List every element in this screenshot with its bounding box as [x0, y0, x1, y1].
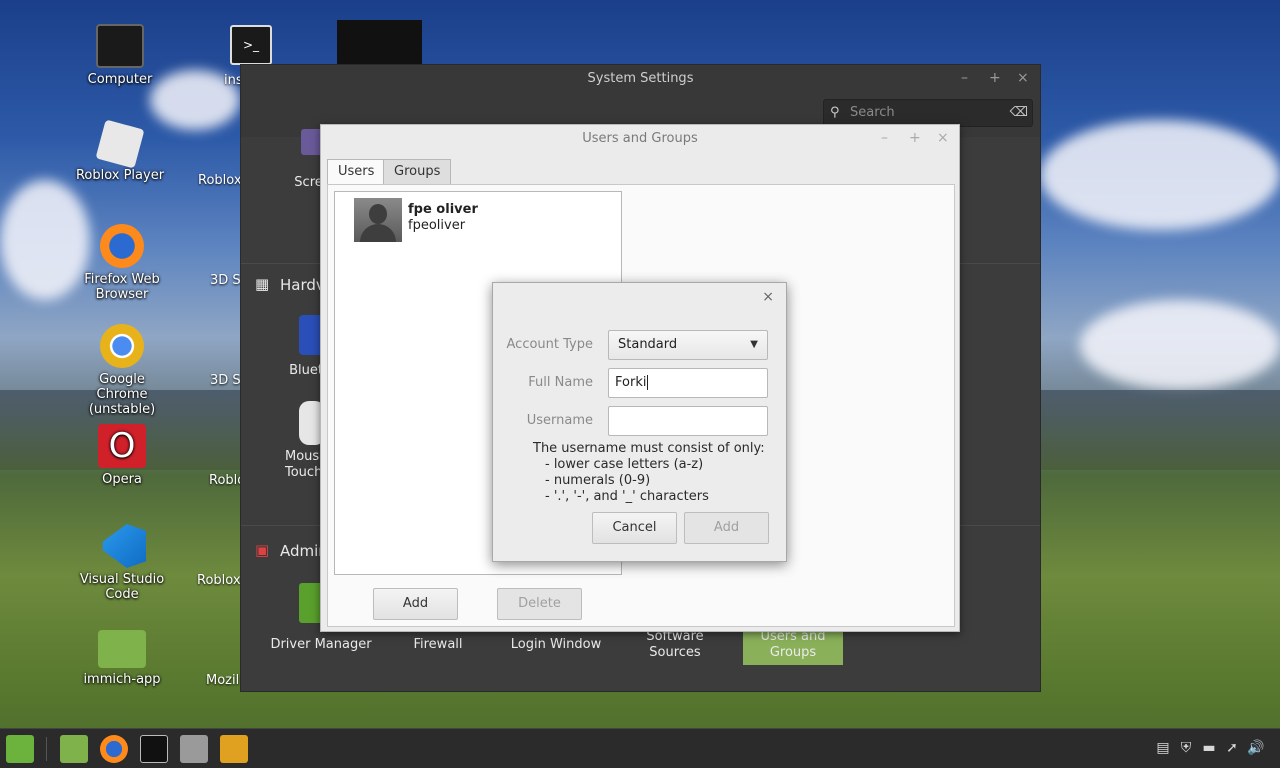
minimize-icon[interactable]: – — [961, 70, 968, 86]
full-name-label: Full Name — [528, 375, 593, 390]
desktop-icon-label: Opera — [102, 472, 142, 487]
roblox-icon — [95, 119, 145, 169]
maximize-icon[interactable]: + — [989, 70, 1001, 86]
shield-icon[interactable]: ⛨ — [1178, 740, 1194, 756]
add-user-button[interactable]: Add — [373, 588, 458, 620]
hardware-section-title: Hardv — [280, 276, 325, 294]
desktop-icon-label: immich-app — [83, 672, 161, 687]
monitor-icon — [96, 24, 144, 68]
desktop-icon-firefox[interactable]: Firefox Web Browser — [72, 224, 172, 302]
users-groups-icon[interactable] — [220, 735, 248, 763]
help-title: The username must consist of only: — [533, 441, 765, 456]
desktop-icon-label: Roblox Player — [75, 168, 165, 183]
admin-section-icon: ▣ — [255, 541, 270, 559]
drive-icon[interactable]: ▬ — [1201, 740, 1217, 756]
tab-users[interactable]: Users — [327, 159, 386, 186]
partial-label: Mozil — [206, 673, 240, 688]
close-icon[interactable]: × — [937, 130, 949, 146]
system-settings-icon[interactable] — [180, 735, 208, 763]
network-icon[interactable]: ➚ — [1224, 740, 1240, 756]
app-thumbnail[interactable] — [337, 20, 422, 64]
desktop-icon-label: Visual Studio Code — [79, 572, 165, 602]
divider — [46, 737, 47, 761]
desktop-icon-immich-app[interactable]: immich-app — [72, 626, 172, 687]
add-user-dialog: × Account Type Standard ▼ Full Name Fork… — [492, 282, 787, 562]
desktop-icon-opera[interactable]: O Opera — [72, 424, 172, 487]
account-type-value: Standard — [618, 337, 678, 352]
desktop-icon-computer[interactable]: Computer — [70, 24, 170, 87]
help-item: - numerals (0-9) — [545, 473, 651, 488]
cloud — [1040, 120, 1280, 230]
cloud — [1080, 300, 1280, 390]
username-label: Username — [526, 413, 593, 428]
sys-item-mouse-touchpad[interactable]: Mous Touch — [285, 449, 325, 481]
close-icon[interactable]: × — [1017, 70, 1029, 86]
files-icon[interactable] — [60, 735, 88, 763]
folder-icon — [98, 630, 146, 668]
search-icon: ⚲ — [830, 105, 840, 120]
window-title: System Settings — [587, 71, 694, 86]
admin-item-driver-manager[interactable]: Driver Manager — [265, 637, 377, 653]
terminal-icon[interactable] — [140, 735, 168, 763]
desktop-icon-roblox-player[interactable]: Roblox Player — [70, 119, 170, 183]
username-help: The username must consist of only: - low… — [533, 441, 765, 505]
avatar — [354, 198, 402, 242]
firefox-icon[interactable] — [100, 735, 128, 763]
admin-item-firewall[interactable]: Firewall — [382, 637, 494, 653]
terminal-icon[interactable]: >_ — [230, 25, 272, 65]
username-field[interactable] — [608, 406, 768, 436]
add-button[interactable]: Add — [684, 512, 769, 544]
account-type-label: Account Type — [506, 337, 593, 352]
desktop-icon-label: Computer — [87, 72, 153, 87]
partial-label: Roblox — [197, 573, 241, 588]
clipboard-icon[interactable]: ▤ — [1155, 740, 1171, 756]
desktop-icon-vscode[interactable]: Visual Studio Code — [72, 524, 172, 602]
list-item[interactable]: fpe oliver fpeoliver — [335, 192, 621, 248]
text-cursor — [647, 375, 649, 390]
desktop-icon-label: Firefox Web Browser — [84, 272, 160, 302]
vscode-icon — [102, 524, 146, 568]
admin-item-software-sources[interactable]: Software Sources — [619, 629, 731, 661]
volume-icon[interactable]: 🔊 — [1247, 740, 1264, 756]
chevron-down-icon: ▼ — [750, 339, 758, 350]
user-full-name: fpe oliver — [408, 202, 478, 217]
cancel-button[interactable]: Cancel — [592, 512, 677, 544]
full-name-value: Forki — [615, 375, 647, 390]
clear-icon[interactable]: ⌫ — [1010, 100, 1028, 126]
desktop-icon-chrome[interactable]: Google Chrome (unstable) — [72, 324, 172, 417]
delete-user-button[interactable]: Delete — [497, 588, 582, 620]
full-name-field[interactable]: Forki — [608, 368, 768, 398]
help-item: - '.', '-', and '_' characters — [545, 489, 709, 504]
search-input[interactable]: ⚲ Search ⌫ — [823, 99, 1033, 127]
search-placeholder: Search — [850, 105, 895, 120]
minimize-icon[interactable]: – — [881, 130, 888, 146]
window-title: Users and Groups — [582, 131, 698, 146]
maximize-icon[interactable]: + — [909, 130, 921, 146]
hardware-section-icon: ▦ — [255, 275, 270, 293]
tab-groups[interactable]: Groups — [383, 159, 452, 185]
sys-item-bluetooth[interactable]: Bluet — [211, 363, 323, 379]
desktop-icon-label: Google Chrome (unstable) — [88, 372, 156, 417]
user-username: fpeoliver — [408, 218, 466, 233]
admin-item-login-window[interactable]: Login Window — [500, 637, 612, 653]
taskbar: ▤ ⛨ ▬ ➚ 🔊 — [0, 728, 1280, 768]
mint-menu-icon[interactable] — [6, 735, 34, 763]
account-type-select[interactable]: Standard ▼ — [608, 330, 768, 360]
help-item: - lower case letters (a-z) — [545, 457, 704, 472]
close-icon[interactable]: × — [762, 289, 774, 305]
firefox-icon — [100, 224, 144, 268]
chrome-icon — [100, 324, 144, 368]
opera-icon: O — [98, 424, 146, 468]
